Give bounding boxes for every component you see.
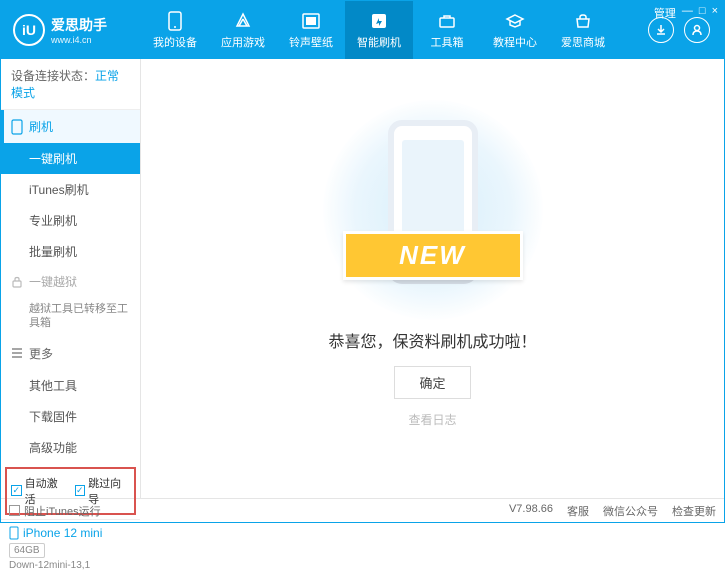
wechat-link[interactable]: 微信公众号 [603,503,658,519]
store-icon [573,11,593,31]
tab-store[interactable]: 爱思商城 [549,1,617,59]
view-log-link[interactable]: 查看日志 [408,411,456,428]
app-url: www.i4.cn [51,35,107,45]
tab-toolbox[interactable]: 工具箱 [413,1,481,59]
section-jailbreak: 一键越狱 [1,267,140,296]
minimize-button[interactable]: — [682,5,693,21]
lock-icon [11,275,23,289]
checkbox-icon: ✓ [75,485,86,496]
app-name: 爱思助手 [51,15,107,35]
version-label: V7.98.66 [509,503,553,519]
sidebar: 设备连接状态：正常模式 刷机 一键刷机 iTunes刷机 专业刷机 批量刷机 一… [1,59,141,498]
sidebar-item-advanced[interactable]: 高级功能 [1,432,140,463]
checkbox-block-itunes[interactable]: 阻止iTunes运行 [9,503,101,519]
window-controls: 管理 — □ × [654,5,718,21]
menu-icon [11,347,23,359]
support-link[interactable]: 客服 [567,503,589,519]
sidebar-item-itunes-flash[interactable]: iTunes刷机 [1,174,140,205]
tab-my-device[interactable]: 我的设备 [141,1,209,59]
check-update-link[interactable]: 检查更新 [672,503,716,519]
connection-status: 设备连接状态：正常模式 [1,59,140,110]
sidebar-item-download-firmware[interactable]: 下载固件 [1,401,140,432]
apps-icon [233,11,253,31]
sidebar-item-other-tools[interactable]: 其他工具 [1,370,140,401]
logo-icon: iU [13,14,45,46]
app-header: iU 爱思助手 www.i4.cn 我的设备 应用游戏 铃声壁纸 智能刷机 工具… [1,1,724,59]
device-name: iPhone 12 mini [9,526,132,540]
jailbreak-note: 越狱工具已转移至工具箱 [1,296,140,337]
tab-tutorial[interactable]: 教程中心 [481,1,549,59]
device-block[interactable]: iPhone 12 mini 64GB Down-12mini-13,1 [1,519,140,577]
device-detail: Down-12mini-13,1 [9,560,132,571]
phone-icon [9,526,19,540]
maximize-button[interactable]: □ [699,5,706,21]
close-button[interactable]: × [712,5,718,21]
tab-apps-games[interactable]: 应用游戏 [209,1,277,59]
graduation-icon [505,11,525,31]
nav-tabs: 我的设备 应用游戏 铃声壁纸 智能刷机 工具箱 教程中心 爱思商城 [141,1,648,59]
tab-smart-flash[interactable]: 智能刷机 [345,1,413,59]
checkbox-icon: ✓ [11,485,22,496]
confirm-button[interactable]: 确定 [394,366,470,399]
sidebar-item-pro-flash[interactable]: 专业刷机 [1,205,140,236]
toolbox-icon [437,11,457,31]
success-message: 恭喜您，保资料刷机成功啦！ [328,328,536,352]
flash-icon [369,11,389,31]
device-storage: 64GB [9,543,45,558]
phone-icon [11,119,23,135]
success-illustration: NEW [353,110,513,310]
checkbox-icon [9,505,20,516]
wallpaper-icon [301,11,321,31]
main-content: NEW 恭喜您，保资料刷机成功啦！ 确定 查看日志 [141,59,724,498]
manage-button[interactable]: 管理 [654,5,676,21]
sidebar-item-batch-flash[interactable]: 批量刷机 [1,236,140,267]
sidebar-item-oneclick-flash[interactable]: 一键刷机 [1,143,140,174]
tab-ringtones[interactable]: 铃声壁纸 [277,1,345,59]
new-ribbon: NEW [343,231,523,280]
logo-area: iU 爱思助手 www.i4.cn [1,14,141,46]
section-more[interactable]: 更多 [1,337,140,370]
phone-icon [165,11,185,31]
section-flash[interactable]: 刷机 [1,110,140,143]
